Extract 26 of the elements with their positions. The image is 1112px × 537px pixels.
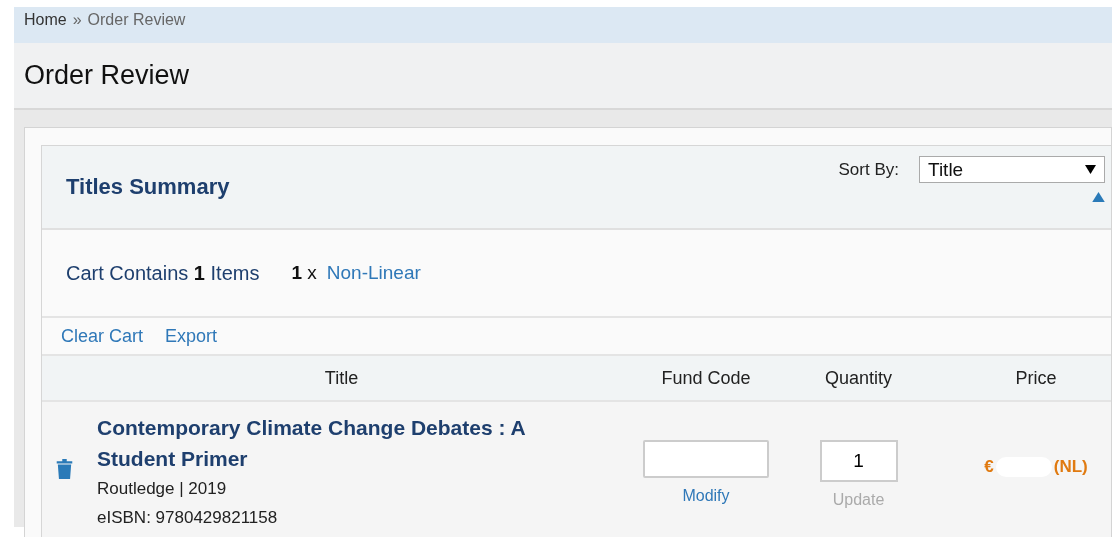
modify-link[interactable]: Modify — [682, 487, 730, 505]
publisher-text: Routledge | 2019 — [97, 478, 228, 500]
quantity-field[interactable]: 1 — [819, 440, 898, 482]
column-header: Quantity — [823, 367, 893, 389]
sort-label: Sort By: — [838, 159, 899, 180]
cart-summary-text: Cart Contains 1 Items — [66, 261, 260, 285]
column-header: Fund Code — [660, 367, 752, 389]
price-currency: € — [984, 457, 994, 477]
breadcrumb-link[interactable]: Home — [24, 11, 67, 29]
action-link[interactable]: Clear Cart — [61, 325, 144, 347]
page-title: Order Review — [24, 60, 190, 91]
trash-icon[interactable] — [56, 459, 73, 479]
sort-direction-icon[interactable] — [1092, 192, 1105, 202]
price-region: (NL) — [1053, 457, 1088, 477]
book-title-link[interactable]: Contemporary Climate Change Debates : A Student Primer — [97, 412, 597, 474]
caret-icon — [1085, 165, 1096, 174]
column-header: Title — [323, 367, 360, 389]
cart-group-count: 1 x — [291, 262, 317, 284]
cart-group-link[interactable]: Non-Linear — [326, 262, 421, 284]
panel-title: Titles Summary — [65, 173, 230, 201]
sort-dropdown[interactable]: Title — [919, 156, 1105, 183]
action-link[interactable]: Export — [165, 325, 218, 347]
fund-code-field[interactable] — [643, 440, 769, 478]
breadcrumb-separator: » — [72, 11, 82, 29]
column-header: Price — [1014, 367, 1058, 389]
isbn-text: eISBN: 9780429821158 — [97, 507, 279, 529]
